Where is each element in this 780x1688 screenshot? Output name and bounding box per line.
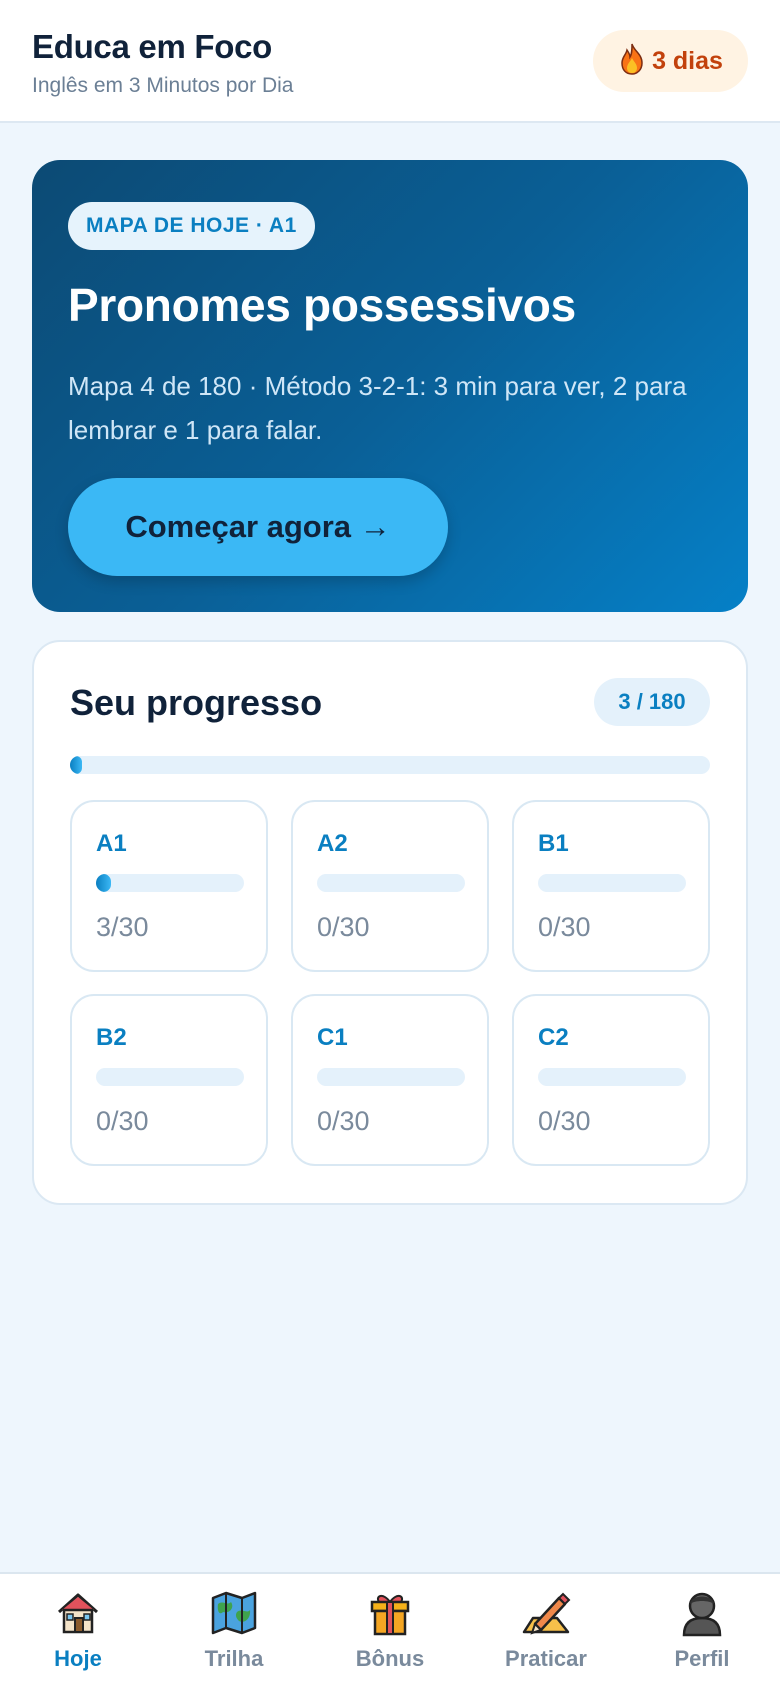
level-grid: A1 3/30 A2 0/30 B1 0/30 B2 0/30 C1 0/30 … [70, 800, 710, 1166]
level-name: B2 [96, 1024, 127, 1051]
progress-title: Seu progresso [70, 682, 323, 723]
level-card-a2[interactable]: A2 0/30 [291, 800, 489, 972]
level-name: B1 [538, 830, 569, 857]
nav-label: Hoje [54, 1646, 102, 1671]
nav-item-trilha[interactable]: Trilha [178, 1574, 290, 1688]
lesson-description: Mapa 4 de 180 · Método 3-2-1: 3 min para… [68, 371, 687, 445]
nav-item-bonus[interactable]: Bônus [334, 1574, 446, 1688]
nav-label: Trilha [204, 1646, 264, 1671]
streak-badge[interactable]: 3 dias [593, 30, 748, 92]
level-progress-bar [96, 874, 244, 892]
nav-label: Perfil [674, 1646, 730, 1671]
pencil-icon [521, 1588, 571, 1638]
nav-label: Bônus [355, 1646, 425, 1671]
nav-item-perfil[interactable]: Perfil [646, 1574, 758, 1688]
level-progress-bar [317, 874, 465, 892]
fire-icon [618, 43, 646, 80]
level-name: C1 [317, 1024, 348, 1051]
level-count: 0/30 [96, 1106, 149, 1136]
app-title: Educa em Foco [32, 28, 272, 65]
bottom-nav: Hoje Trilha Bônus Praticar Perfil [0, 1572, 780, 1688]
map-icon [209, 1588, 259, 1638]
lesson-title: Pronomes possessivos [68, 279, 576, 331]
level-progress-bar [538, 874, 686, 892]
level-card-a1[interactable]: A1 3/30 [70, 800, 268, 972]
level-name: A1 [96, 830, 127, 857]
todays-map-card: MAPA DE HOJE · A1 Pronomes possessivos M… [32, 160, 748, 612]
level-count: 3/30 [96, 912, 149, 942]
house-icon [53, 1588, 103, 1638]
level-progress-fill [96, 874, 111, 892]
level-count: 0/30 [538, 912, 591, 942]
level-count: 0/30 [317, 912, 370, 942]
nav-item-hoje[interactable]: Hoje [22, 1574, 134, 1688]
progress-count-badge: 3 / 180 [594, 678, 710, 726]
level-card-b1[interactable]: B1 0/30 [512, 800, 710, 972]
level-card-c1[interactable]: C1 0/30 [291, 994, 489, 1166]
level-progress-bar [317, 1068, 465, 1086]
level-progress-bar [538, 1068, 686, 1086]
nav-label: Praticar [505, 1646, 587, 1671]
app-header: Educa em Foco Inglês em 3 Minutos por Di… [0, 0, 780, 123]
todays-map-pill: MAPA DE HOJE · A1 [68, 202, 315, 250]
nav-item-praticar[interactable]: Praticar [490, 1574, 602, 1688]
level-name: C2 [538, 1024, 569, 1051]
overall-progress-fill [70, 756, 82, 774]
level-count: 0/30 [317, 1106, 370, 1136]
level-name: A2 [317, 830, 348, 857]
level-card-b2[interactable]: B2 0/30 [70, 994, 268, 1166]
level-card-c2[interactable]: C2 0/30 [512, 994, 710, 1166]
start-now-button[interactable]: Começar agora → [68, 478, 448, 576]
level-progress-bar [96, 1068, 244, 1086]
progress-card: Seu progresso 3 / 180 A1 3/30 A2 0/30 B1… [32, 640, 748, 1205]
streak-label: 3 dias [652, 46, 723, 75]
overall-progress-bar [70, 756, 710, 774]
level-count: 0/30 [538, 1106, 591, 1136]
person-icon [677, 1588, 727, 1638]
app-subtitle: Inglês em 3 Minutos por Dia [32, 74, 294, 97]
gift-icon [365, 1588, 415, 1638]
